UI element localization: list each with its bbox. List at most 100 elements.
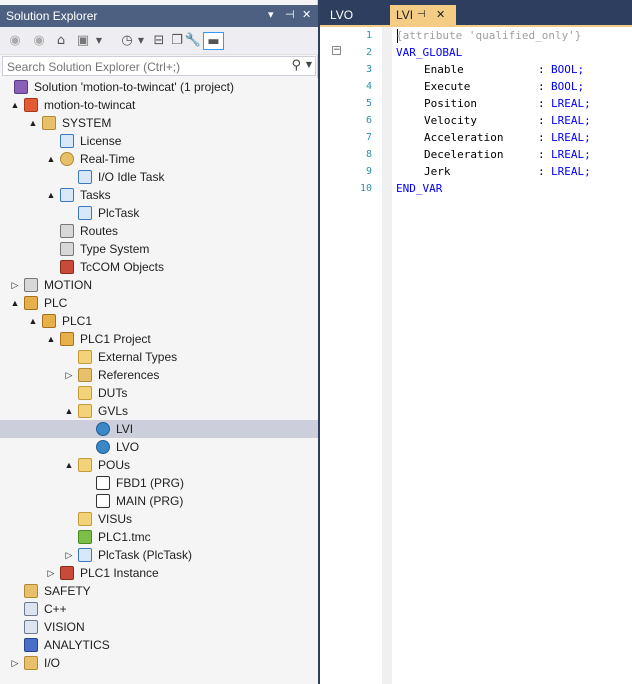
tree-item[interactable]: External Types — [0, 348, 318, 366]
search-input[interactable] — [7, 59, 277, 74]
expand-arrow-icon[interactable]: ▷ — [64, 549, 74, 561]
pin-icon[interactable]: ⊣ — [285, 8, 295, 21]
tree-item[interactable]: PlcTask — [0, 204, 318, 222]
twincat-project-icon — [24, 98, 38, 112]
tree-item[interactable]: C++ — [0, 600, 318, 618]
tree-item[interactable]: FBD1 (PRG) — [0, 474, 318, 492]
collapse-arrow-icon[interactable]: ▲ — [46, 189, 56, 201]
properties-icon[interactable]: 🔧 — [184, 32, 202, 50]
cpp-icon — [24, 602, 38, 616]
variable-name: Velocity — [424, 114, 477, 127]
tree-item[interactable]: ▷ PLC1 Instance — [0, 564, 318, 582]
folder-icon — [78, 350, 92, 364]
folder-open-icon — [78, 458, 92, 472]
collapse-arrow-icon[interactable]: ▲ — [46, 153, 56, 165]
expand-arrow-icon[interactable]: ▷ — [10, 657, 20, 669]
tree-item[interactable]: ▲ PLC1 — [0, 312, 318, 330]
tree-item[interactable]: ▲ POUs — [0, 456, 318, 474]
type-colon: : — [538, 97, 545, 110]
routes-icon — [60, 224, 74, 238]
collapse-arrow-icon[interactable]: ▲ — [28, 117, 38, 129]
io-icon — [24, 656, 38, 670]
tab-lvo[interactable]: LVO — [324, 5, 359, 25]
tree-item[interactable]: DUTs — [0, 384, 318, 402]
collapse-all-icon[interactable]: ⊟ — [150, 32, 168, 50]
tree-item[interactable]: ANALYTICS — [0, 636, 318, 654]
preview-selected-items-icon[interactable]: ▬ — [203, 32, 224, 50]
tree-item[interactable]: Solution 'motion-to-twincat' (1 project) — [0, 78, 318, 96]
tree-item[interactable]: VISION — [0, 618, 318, 636]
code-line: VAR_GLOBAL — [396, 46, 462, 59]
close-tab-icon[interactable]: ✕ — [436, 5, 445, 25]
tree-item-label: Type System — [80, 242, 150, 256]
home-icon[interactable]: ⌂ — [52, 32, 70, 50]
tree-item-label: Tasks — [80, 188, 111, 202]
tree-item[interactable]: VISUs — [0, 510, 318, 528]
code-editor[interactable]: 1 2 3 4 5 6 7 8 9 10 − {attribute 'qualified_only… — [320, 27, 632, 684]
tree-item[interactable]: SAFETY — [0, 582, 318, 600]
tree-item[interactable]: ▷ References — [0, 366, 318, 384]
tree-item[interactable]: ▲ GVLs — [0, 402, 318, 420]
tree-item[interactable]: TcCOM Objects — [0, 258, 318, 276]
task-icon — [78, 170, 92, 184]
close-icon[interactable]: ✕ — [302, 8, 311, 21]
collapse-arrow-icon[interactable]: ▲ — [64, 459, 74, 471]
collapse-region-icon[interactable]: − — [332, 46, 341, 55]
vision-icon — [24, 620, 38, 634]
pou-icon — [96, 476, 110, 490]
tree-item[interactable]: LVO — [0, 438, 318, 456]
pending-dropdown-icon[interactable]: ▼ — [135, 32, 147, 50]
tree-item[interactable]: I/O Idle Task — [0, 168, 318, 186]
tree-item[interactable]: License — [0, 132, 318, 150]
collapse-arrow-icon[interactable]: ▲ — [28, 315, 38, 327]
variable-name: Jerk — [424, 165, 451, 178]
tree-item[interactable]: ▷ MOTION — [0, 276, 318, 294]
task-icon — [78, 206, 92, 220]
collapse-arrow-icon[interactable]: ▲ — [64, 405, 74, 417]
line-number: 4 — [365, 81, 372, 92]
forward-icon[interactable]: ◉ — [30, 32, 48, 50]
instance-icon — [60, 566, 74, 580]
pending-changes-icon[interactable]: ◷ — [118, 32, 136, 50]
tree-item-label: VISUs — [98, 512, 133, 526]
collapse-arrow-icon[interactable]: ▲ — [46, 333, 56, 345]
line-number: 8 — [365, 149, 372, 160]
pin-tab-icon[interactable]: ⊣ — [417, 5, 426, 25]
type-colon: : — [538, 131, 545, 144]
keyword: END_VAR — [396, 182, 443, 195]
tree-item-label: References — [98, 368, 160, 382]
type-colon: : — [538, 148, 545, 161]
variable-name: Enable — [424, 63, 464, 76]
window-position-dropdown-icon[interactable]: ▾ — [268, 8, 274, 21]
tree-item[interactable]: Routes — [0, 222, 318, 240]
sync-view-icon[interactable]: ▣ — [74, 32, 92, 50]
tree-item[interactable]: Type System — [0, 240, 318, 258]
line-number: 5 — [365, 98, 372, 109]
tree-item[interactable]: PLC1.tmc — [0, 528, 318, 546]
tree-item[interactable]: ▲ Tasks — [0, 186, 318, 204]
code-line: {attribute 'qualified_only'} — [396, 29, 581, 42]
expand-arrow-icon[interactable]: ▷ — [64, 369, 74, 381]
type-system-icon — [60, 242, 74, 256]
tree-item[interactable]: ▲ SYSTEM — [0, 114, 318, 132]
variable-type: LREAL; — [551, 148, 591, 161]
search-icon[interactable]: ⚲ — [291, 58, 301, 73]
tree-item[interactable]: ▷ PlcTask (PlcTask) — [0, 546, 318, 564]
sync-dropdown-icon[interactable]: ▼ — [93, 32, 105, 50]
tree-item[interactable]: LVI — [0, 420, 318, 438]
back-icon[interactable]: ◉ — [6, 32, 24, 50]
expand-arrow-icon[interactable]: ▷ — [10, 279, 20, 291]
collapse-arrow-icon[interactable]: ▲ — [10, 297, 20, 309]
tree-item[interactable]: ▲ PLC — [0, 294, 318, 312]
tab-lvi[interactable]: LVI ⊣ ✕ — [390, 5, 456, 25]
search-box[interactable]: ⚲ ▼ — [2, 56, 316, 76]
tree-item[interactable]: MAIN (PRG) — [0, 492, 318, 510]
tree-item[interactable]: ▲ Real-Time — [0, 150, 318, 168]
tree-item[interactable]: ▲ motion-to-twincat — [0, 96, 318, 114]
folder-icon — [78, 386, 92, 400]
expand-arrow-icon[interactable]: ▷ — [46, 567, 56, 579]
collapse-arrow-icon[interactable]: ▲ — [10, 99, 20, 111]
tree-item[interactable]: ▷ I/O — [0, 654, 318, 672]
tree-item[interactable]: ▲ PLC1 Project — [0, 330, 318, 348]
search-options-dropdown-icon[interactable]: ▼ — [306, 60, 312, 69]
